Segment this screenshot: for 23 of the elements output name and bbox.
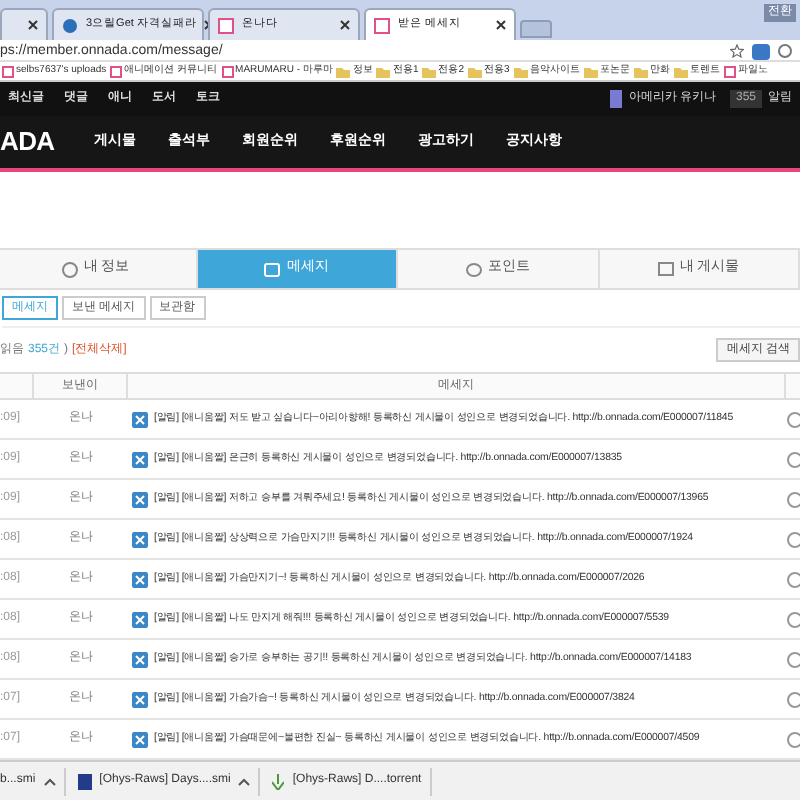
board-icon <box>657 261 674 277</box>
message-icon <box>132 691 148 707</box>
chevron-up-icon <box>43 777 56 785</box>
puzzle-icon <box>62 17 78 33</box>
browser-tab[interactable] <box>0 8 48 40</box>
site-logo[interactable]: ADA <box>0 122 55 162</box>
message-icon <box>132 571 148 587</box>
message-icon <box>132 651 148 667</box>
message-icon <box>132 611 148 627</box>
message-icon <box>132 451 148 467</box>
page-icon <box>218 17 234 33</box>
page-icon <box>374 17 390 33</box>
avatar-icon <box>610 90 623 108</box>
mail-icon <box>264 261 281 277</box>
message-icon <box>132 411 148 427</box>
message-icon <box>132 731 148 747</box>
message-icon <box>132 531 148 547</box>
star-icon <box>730 43 744 57</box>
arrow-down-icon <box>272 773 285 789</box>
chevron-up-icon <box>238 777 251 785</box>
video-file-icon <box>77 773 92 789</box>
message-icon <box>132 491 148 507</box>
extension-icon <box>752 41 770 59</box>
